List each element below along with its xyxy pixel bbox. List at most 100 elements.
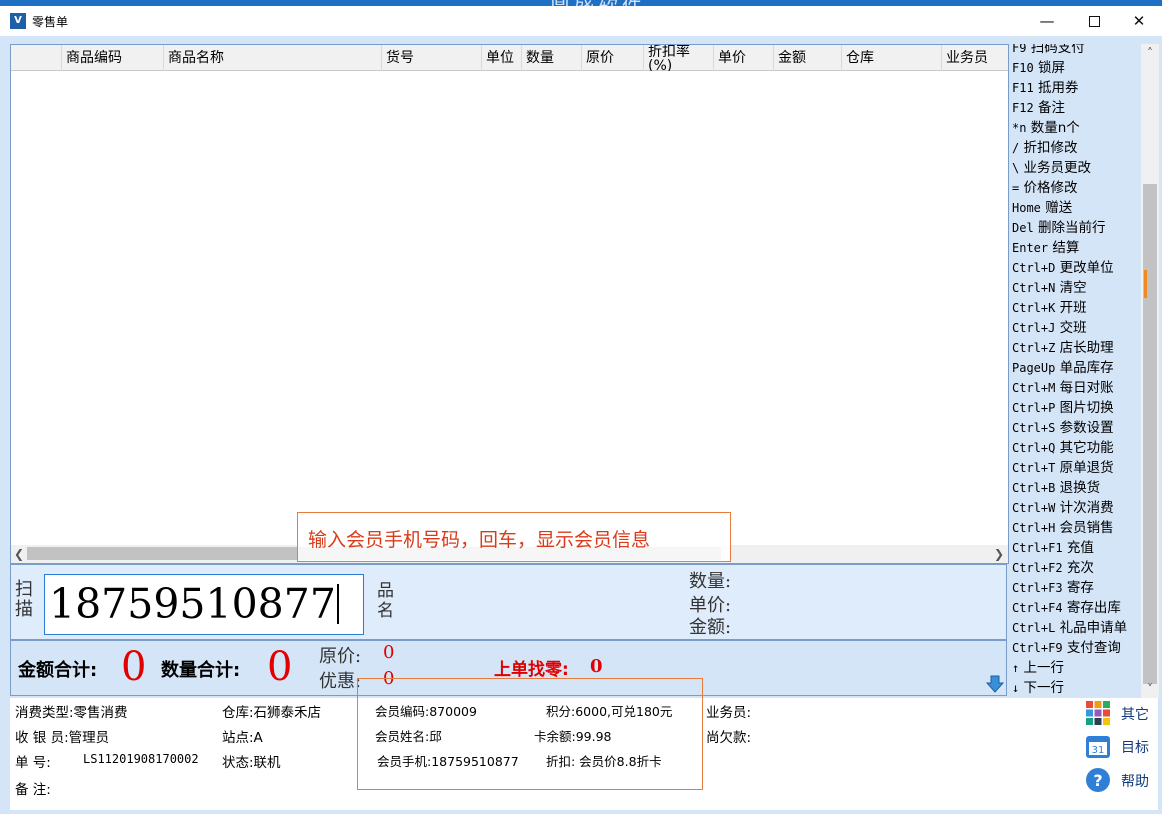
- shortcut-item: = 价格修改: [1012, 178, 1078, 198]
- shortcut-label: 退换货: [1059, 480, 1101, 496]
- scroll-position-marker: [1144, 270, 1147, 298]
- shortcut-label: 计次消费: [1059, 500, 1114, 516]
- minimize-button[interactable]: —: [1024, 6, 1070, 36]
- shortcut-item: Ctrl+M 每日对账: [1012, 378, 1114, 398]
- shortcut-label: 图片切换: [1059, 400, 1114, 416]
- help-button-label: 帮助: [1121, 774, 1149, 790]
- shortcut-item: Ctrl+N 清空: [1012, 278, 1087, 298]
- maximize-button[interactable]: [1071, 6, 1117, 36]
- shortcut-key: Ctrl+T: [1012, 461, 1056, 475]
- grid-header: 商品编码 商品名称 货号 单位 数量 原价 折扣率(%) 单价 金额 仓库 业务…: [11, 45, 1008, 71]
- col-item-no[interactable]: 货号: [381, 45, 481, 71]
- shortcut-key: Ctrl+S: [1012, 421, 1056, 435]
- shortcut-label: 充值: [1066, 540, 1094, 556]
- help-icon: ?: [1086, 768, 1110, 792]
- shortcut-label: 其它功能: [1059, 440, 1114, 456]
- shortcut-key: \: [1012, 161, 1020, 175]
- col-product-name[interactable]: 商品名称: [163, 45, 381, 71]
- orig-price-label: 原价:: [319, 646, 362, 667]
- shortcut-label: 折扣修改: [1023, 140, 1078, 156]
- total-qty-label: 数量合计:: [161, 660, 241, 681]
- total-amount-label: 金额合计:: [18, 660, 98, 681]
- connection-status: 状态:联机: [222, 755, 281, 771]
- shortcut-key: Ctrl+F3: [1012, 581, 1063, 595]
- shortcut-label: 充次: [1066, 560, 1094, 576]
- product-grid[interactable]: 商品编码 商品名称 货号 单位 数量 原价 折扣率(%) 单价 金额 仓库 业务…: [10, 44, 1009, 564]
- col-warehouse[interactable]: 仓库: [841, 45, 941, 71]
- shortcut-key: Ctrl+K: [1012, 301, 1056, 315]
- window-title: 零售单: [32, 15, 69, 29]
- shortcut-item: Ctrl+S 参数设置: [1012, 418, 1114, 438]
- site: 站点:A: [222, 730, 263, 746]
- shortcut-item: Del 删除当前行: [1012, 218, 1105, 238]
- shortcut-key: Ctrl+L: [1012, 621, 1056, 635]
- shortcut-key: Ctrl+B: [1012, 481, 1056, 495]
- scroll-right-icon[interactable]: ❯: [991, 545, 1007, 563]
- shortcut-item: Ctrl+T 原单退货: [1012, 458, 1114, 478]
- shortcut-label: 下一行: [1023, 680, 1065, 696]
- total-qty-value: 0: [267, 644, 293, 690]
- app-logo-icon: V: [10, 13, 26, 29]
- shortcut-label: 原单退货: [1059, 460, 1114, 476]
- text-caret: [336, 584, 339, 624]
- target-button-label: 目标: [1121, 740, 1149, 756]
- col-unit[interactable]: 单位: [481, 45, 521, 71]
- shortcut-item: Ctrl+F9 支付查询: [1012, 638, 1121, 658]
- discount-label: 优惠:: [319, 671, 362, 692]
- shortcut-item: *n 数量n个: [1012, 118, 1080, 138]
- shortcut-label: 备注: [1037, 100, 1065, 116]
- shortcut-label: 寄存出库: [1066, 600, 1121, 616]
- shortcut-key: Ctrl+F4: [1012, 601, 1063, 615]
- col-unit-price[interactable]: 单价: [713, 45, 773, 71]
- calendar-icon: 31: [1086, 736, 1110, 758]
- maximize-icon: [1088, 16, 1100, 27]
- shortcut-key: Home: [1012, 201, 1041, 215]
- close-button[interactable]: ✕: [1116, 6, 1162, 36]
- shortcut-item: Ctrl+W 计次消费: [1012, 498, 1114, 518]
- last-change-value: 0: [590, 656, 603, 677]
- shortcut-label: 单品库存: [1059, 360, 1114, 376]
- consume-type: 消费类型:零售消费: [15, 705, 128, 721]
- shortcut-key: *n: [1012, 121, 1027, 135]
- col-discount-rate[interactable]: 折扣率(%): [643, 45, 713, 71]
- shortcut-key: Ctrl+F1: [1012, 541, 1063, 555]
- salesman: 业务员:: [706, 705, 752, 721]
- shortcut-key: Ctrl+D: [1012, 261, 1056, 275]
- shortcut-key: Ctrl+Z: [1012, 341, 1056, 355]
- shortcut-label: 清空: [1059, 280, 1087, 296]
- shortcut-scroll-thumb[interactable]: [1143, 184, 1157, 684]
- scroll-left-icon[interactable]: ❮: [11, 545, 27, 563]
- scroll-down-icon[interactable]: ˅: [1142, 680, 1158, 698]
- shortcut-key: Del: [1012, 221, 1034, 235]
- shortcut-label: 价格修改: [1023, 180, 1078, 196]
- shortcut-panel: F9 扫码支付 F10 锁屏 F11 抵用券 F12 备注 *n 数量n个 / 折扣修改 \…: [1009, 44, 1141, 698]
- annotation-callout: 输入会员手机号码，回车，显示会员信息: [297, 512, 731, 562]
- shortcut-key: ↓: [1012, 681, 1020, 695]
- shortcut-item: Ctrl+D 更改单位: [1012, 258, 1114, 278]
- col-amount[interactable]: 金额: [773, 45, 841, 71]
- shortcut-label: 每日对账: [1059, 380, 1114, 396]
- shortcut-key: Ctrl+N: [1012, 281, 1056, 295]
- scan-input[interactable]: 18759510877: [44, 574, 364, 635]
- col-orig-price[interactable]: 原价: [581, 45, 643, 71]
- shortcut-label: 锁屏: [1037, 60, 1065, 76]
- shortcut-key: F9: [1012, 44, 1027, 55]
- order-no-label: 单 号:: [15, 755, 51, 771]
- last-change-label: 上单找零:: [494, 660, 569, 680]
- total-amount-value: 0: [121, 644, 147, 690]
- shortcut-item: Ctrl+H 会员销售: [1012, 518, 1114, 538]
- shortcut-item: Ctrl+F1 充值: [1012, 538, 1094, 558]
- shortcut-item: \ 业务员更改: [1012, 158, 1091, 178]
- shortcut-label: 扫码支付: [1030, 44, 1085, 56]
- scroll-up-icon[interactable]: ˄: [1142, 44, 1158, 62]
- arrow-down-icon[interactable]: [986, 675, 1004, 693]
- shortcut-key: Ctrl+F9: [1012, 641, 1063, 655]
- shortcut-vertical-scrollbar[interactable]: ˄ ˅: [1141, 44, 1159, 698]
- shortcut-item: F12 备注: [1012, 98, 1065, 118]
- col-product-code[interactable]: 商品编码: [61, 45, 163, 71]
- shortcut-key: ↑: [1012, 661, 1020, 675]
- shortcut-key: /: [1012, 141, 1020, 155]
- col-salesman[interactable]: 业务员: [941, 45, 1008, 71]
- col-qty[interactable]: 数量: [521, 45, 581, 71]
- shortcut-item: Ctrl+K 开班: [1012, 298, 1087, 318]
